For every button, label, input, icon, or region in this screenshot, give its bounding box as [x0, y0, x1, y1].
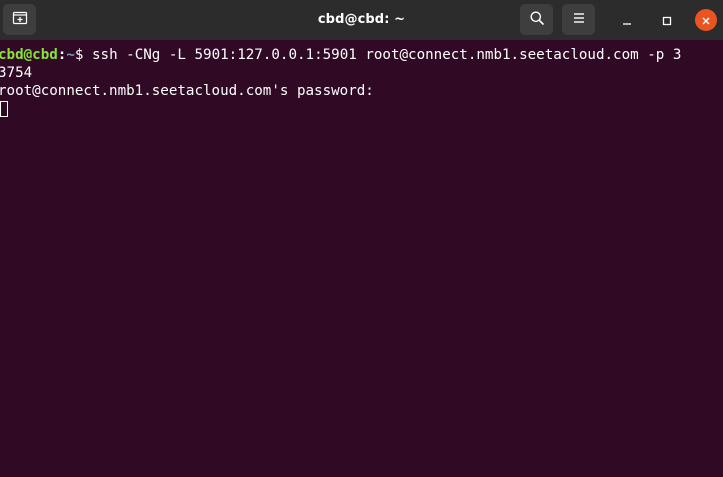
- search-button[interactable]: [520, 4, 553, 35]
- prompt-dollar: $: [74, 47, 92, 63]
- close-icon: [701, 11, 711, 30]
- maximize-icon: [662, 11, 672, 30]
- new-tab-button[interactable]: [3, 4, 36, 35]
- search-icon: [529, 10, 545, 30]
- menu-button[interactable]: [562, 4, 595, 35]
- command-text-continued: 3754: [0, 65, 33, 81]
- text-cursor: [0, 101, 8, 117]
- input-line[interactable]: [0, 100, 721, 118]
- maximize-button[interactable]: [656, 9, 678, 31]
- command-text: ssh -CNg -L 5901:127.0.0.1:5901 root@con…: [91, 47, 682, 63]
- new-tab-icon: [12, 10, 28, 30]
- prompt-user-host: cbd@cbd: [0, 47, 58, 63]
- hamburger-menu-icon: [572, 10, 586, 29]
- command-line: cbd@cbd:~$ ssh -CNg -L 5901:127.0.0.1:59…: [0, 46, 721, 64]
- password-prompt: root@connect.nmb1.seetacloud.com's passw…: [0, 83, 383, 99]
- prompt-path: ~: [66, 47, 75, 63]
- window-title-wrapper: cbd@cbd: ~: [0, 0, 723, 40]
- terminal-window: cbd@cbd: ~ cbd@cbd:~$ ssh -CNg -L 5901:1…: [0, 0, 723, 477]
- minimize-icon: [622, 11, 632, 30]
- title-bar[interactable]: cbd@cbd: ~: [0, 0, 723, 40]
- terminal-output[interactable]: cbd@cbd:~$ ssh -CNg -L 5901:127.0.0.1:59…: [0, 40, 721, 477]
- close-button[interactable]: [695, 9, 717, 31]
- window-title: cbd@cbd: ~: [317, 12, 406, 27]
- minimize-button[interactable]: [616, 9, 638, 31]
- command-line-wrap: 3754: [0, 64, 721, 82]
- password-prompt-line: root@connect.nmb1.seetacloud.com's passw…: [0, 82, 721, 100]
